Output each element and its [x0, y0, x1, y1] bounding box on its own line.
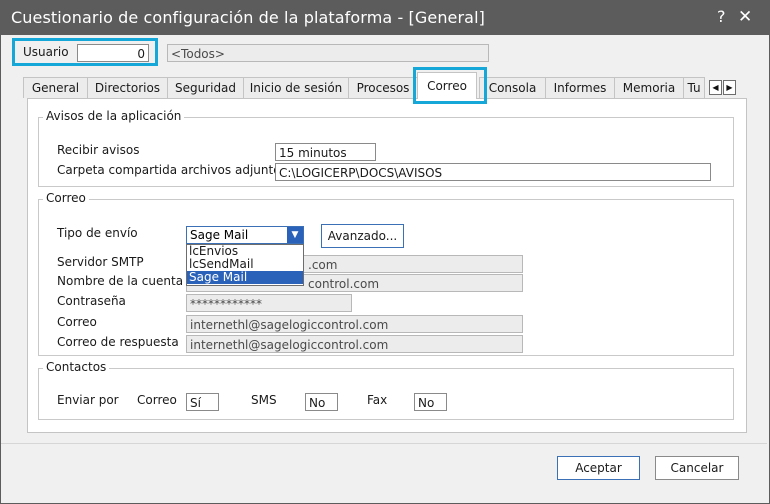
- user-name-field: <Todos>: [167, 44, 489, 62]
- footer-divider: [1, 443, 767, 444]
- recibir-avisos-field[interactable]: 15 minutos: [275, 143, 376, 161]
- tab-procesos[interactable]: Procesos: [348, 77, 418, 98]
- user-id-field[interactable]: 0: [77, 44, 149, 62]
- tab-general[interactable]: General: [23, 77, 88, 98]
- tab-tu[interactable]: Tu: [683, 77, 705, 98]
- enviar-por-label: Enviar por: [57, 393, 119, 407]
- chevron-down-icon[interactable]: ▼: [287, 227, 303, 243]
- carpeta-field[interactable]: C:\LOGICERP\DOCS\AVISOS: [275, 163, 711, 181]
- config-dialog: Cuestionario de configuración de la plat…: [0, 0, 770, 504]
- tab-seguridad[interactable]: Seguridad: [167, 77, 244, 98]
- sms-field[interactable]: No: [305, 393, 338, 411]
- tab-scroll-left-icon[interactable]: ◀: [709, 80, 722, 95]
- tipo-envio-value: Sage Mail: [190, 228, 249, 242]
- group-avisos-title: Avisos de la aplicación: [43, 109, 185, 123]
- contacto-correo-field[interactable]: Sí: [186, 393, 219, 411]
- correo-tab-highlight: [413, 67, 487, 104]
- group-avisos: Avisos de la aplicación Recibir avisos 1…: [38, 109, 734, 187]
- contacto-correo-label: Correo: [137, 393, 177, 407]
- group-correo: Correo Tipo de envío Sage Mail ▼ lcEnvio…: [38, 191, 734, 356]
- fax-field[interactable]: No: [414, 393, 447, 411]
- close-icon[interactable]: ✕: [738, 7, 752, 27]
- tipo-envio-list: lcEnvios lcSendMail Sage Mail: [186, 244, 304, 286]
- title-bar[interactable]: Cuestionario de configuración de la plat…: [1, 1, 769, 35]
- password-label: Contraseña: [57, 294, 126, 308]
- group-correo-title: Correo: [43, 191, 89, 205]
- tab-informes[interactable]: Informes: [545, 77, 615, 98]
- fax-label: Fax: [367, 393, 388, 407]
- tab-directorios[interactable]: Directorios: [87, 77, 168, 98]
- smtp-label: Servidor SMTP: [57, 255, 144, 269]
- user-label: Usuario: [23, 45, 69, 59]
- respuesta-label: Correo de respuesta: [57, 335, 179, 349]
- option-sage-mail[interactable]: Sage Mail: [187, 271, 303, 284]
- tab-consola[interactable]: Consola: [479, 77, 546, 98]
- cancel-button[interactable]: Cancelar: [655, 456, 739, 480]
- sms-label: SMS: [251, 393, 277, 407]
- recibir-avisos-label: Recibir avisos: [57, 143, 140, 157]
- tab-panel: Avisos de la aplicación Recibir avisos 1…: [27, 98, 747, 433]
- password-field[interactable]: ************: [186, 294, 352, 312]
- group-contactos: Contactos Enviar por Correo Sí SMS No Fa…: [38, 360, 734, 420]
- carpeta-label: Carpeta compartida archivos adjuntos: [57, 163, 287, 177]
- help-icon[interactable]: ?: [717, 7, 726, 26]
- tab-scroll-right-icon[interactable]: ▶: [723, 80, 736, 95]
- tipo-envio-select[interactable]: Sage Mail ▼: [186, 226, 304, 244]
- correo-label: Correo: [57, 315, 97, 329]
- avanzado-button[interactable]: Avanzado...: [321, 224, 404, 248]
- accept-button[interactable]: Aceptar: [557, 456, 640, 480]
- tab-strip: General Directorios Seguridad Inicio de …: [23, 72, 747, 99]
- tipo-envio-label: Tipo de envío: [57, 226, 138, 240]
- group-contactos-title: Contactos: [43, 360, 110, 374]
- tab-memoria[interactable]: Memoria: [614, 77, 684, 98]
- tab-inicio-sesion[interactable]: Inicio de sesión: [243, 77, 349, 98]
- window-title: Cuestionario de configuración de la plat…: [11, 8, 485, 27]
- cuenta-label: Nombre de la cuenta: [57, 274, 184, 288]
- respuesta-field[interactable]: internethl@sagelogiccontrol.com: [186, 335, 523, 353]
- correo-field[interactable]: internethl@sagelogiccontrol.com: [186, 315, 523, 333]
